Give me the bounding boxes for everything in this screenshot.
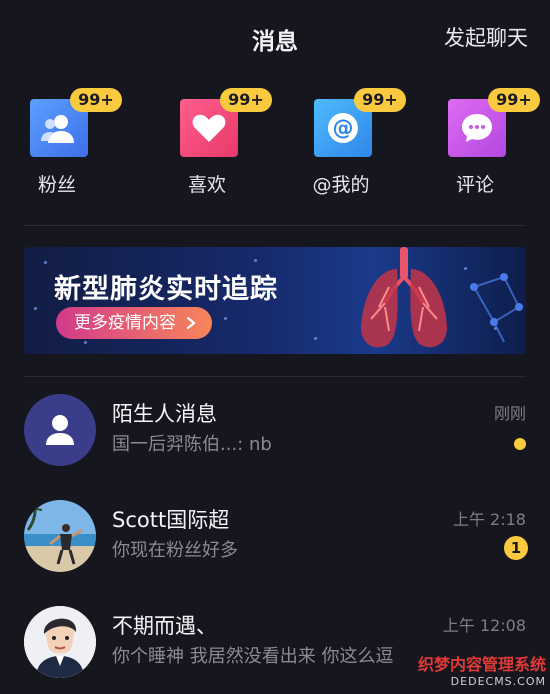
message-time: 刚刚 xyxy=(493,404,526,423)
badge: 99+ xyxy=(488,88,540,112)
banner-title: 新型肺炎实时追踪 xyxy=(54,274,278,305)
quick-action-label: @我的 xyxy=(312,174,370,196)
quick-action-fans[interactable]: 99+ 粉丝 xyxy=(2,88,122,208)
unread-dot xyxy=(514,438,526,450)
message-name: 不期而遇、 xyxy=(112,614,217,638)
epidemic-banner[interactable]: 新型肺炎实时追踪 更多疫情内容 xyxy=(24,247,526,354)
avatar xyxy=(24,500,96,572)
avatar xyxy=(24,606,96,678)
message-row-strangers[interactable]: 陌生人消息 国一后羿陈伯...: nb 刚刚 xyxy=(0,394,550,494)
watermark-line2: DEDECMS.COM xyxy=(450,675,546,688)
badge: 99+ xyxy=(220,88,272,112)
chevron-right-icon xyxy=(186,316,196,330)
divider xyxy=(24,376,526,377)
message-time: 上午 12:08 xyxy=(442,616,526,635)
badge: 99+ xyxy=(354,88,406,112)
quick-action-label: 粉丝 xyxy=(37,174,76,196)
divider xyxy=(24,225,526,226)
badge: 99+ xyxy=(70,88,122,112)
message-row-scott[interactable]: Scott国际超 你现在粉丝好多 上午 2:18 1 xyxy=(0,500,550,600)
unread-count-badge: 1 xyxy=(504,536,528,560)
quick-actions: 99+ 粉丝 99+ 喜欢 @ 99+ @我的 99+ 评论 xyxy=(0,88,550,208)
quick-action-label: 喜欢 xyxy=(187,174,226,196)
message-name: 陌生人消息 xyxy=(112,402,217,426)
message-preview: 你个睡神 我居然没看出来 你这么逗 xyxy=(112,646,394,667)
lungs-icon xyxy=(361,247,447,348)
message-preview: 你现在粉丝好多 xyxy=(112,540,238,561)
more-epidemic-button[interactable]: 更多疫情内容 xyxy=(56,307,212,339)
quick-action-mentions[interactable]: @ 99+ @我的 xyxy=(286,88,406,208)
message-preview: 国一后羿陈伯...: nb xyxy=(112,434,272,455)
quick-action-label: 评论 xyxy=(455,174,494,196)
molecule-decoration xyxy=(470,273,523,343)
svg-text:@: @ xyxy=(333,116,354,140)
quick-action-likes[interactable]: 99+ 喜欢 xyxy=(152,88,272,208)
header: 消息 发起聊天 xyxy=(0,0,550,78)
message-name: Scott国际超 xyxy=(112,508,230,532)
watermark: 织梦内容管理系统 DEDECMS.COM xyxy=(418,656,546,690)
message-time: 上午 2:18 xyxy=(452,510,526,529)
start-chat-button[interactable]: 发起聊天 xyxy=(444,22,528,52)
button-label: 更多疫情内容 xyxy=(74,313,176,333)
quick-action-comments[interactable]: 99+ 评论 xyxy=(420,88,540,208)
watermark-line1: 织梦内容管理系统 xyxy=(417,655,546,674)
user-icon xyxy=(24,394,96,466)
